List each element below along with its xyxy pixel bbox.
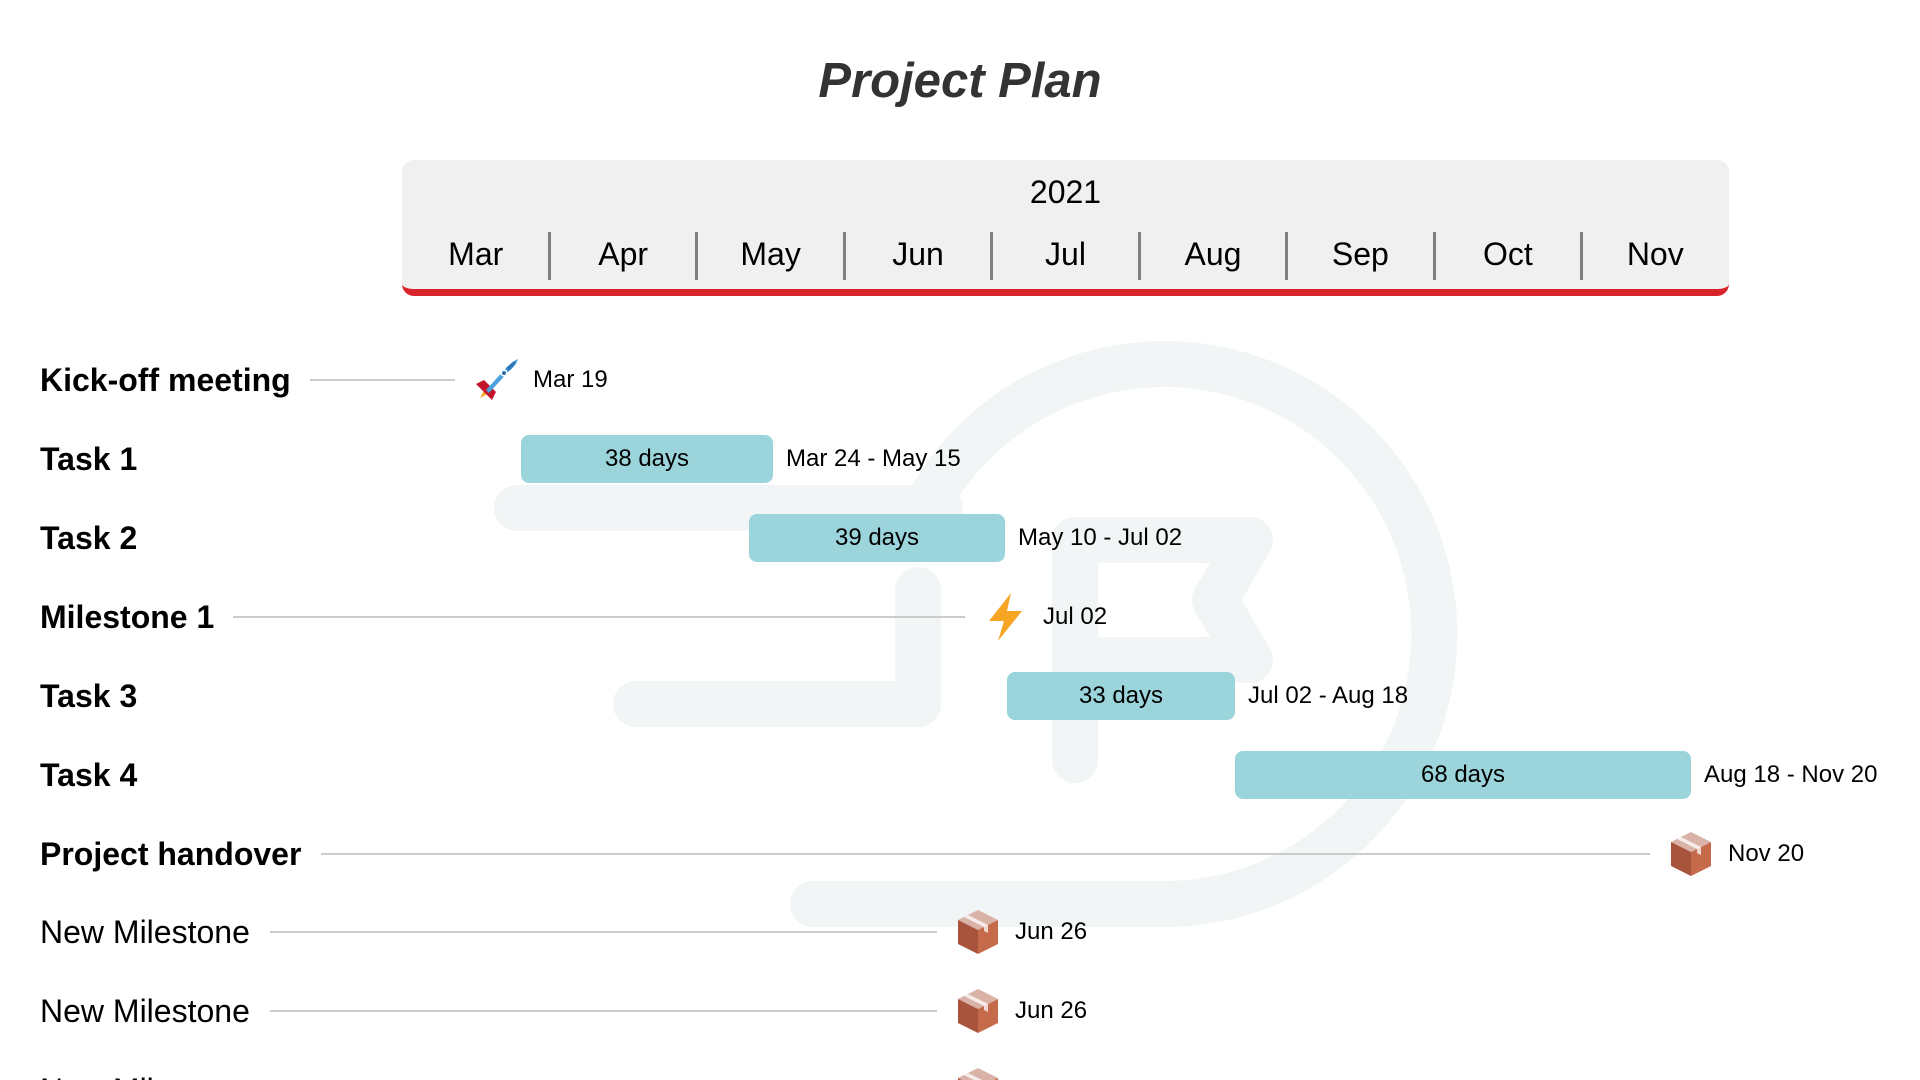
month-label-oct: Oct [1482, 236, 1533, 272]
milestone-date: Jul 02 [1043, 603, 1108, 630]
month-label-jun: Jun [892, 236, 944, 272]
milestone-date: Nov 20 [1728, 840, 1805, 867]
row-label: New Milestone [40, 1070, 250, 1080]
row-label: Task 4 [40, 757, 138, 793]
row-label: New Milestone [40, 914, 250, 950]
month-divider [842, 232, 846, 280]
month-label-apr: Apr [598, 236, 649, 272]
gantt-canvas: Project Plan 2021 Mar Apr May Jun Jul Aug Sep O… [0, 0, 1920, 1080]
task-bar[interactable]: 68 days [1235, 751, 1691, 799]
month-label-sep: Sep [1331, 236, 1389, 272]
month-divider [547, 232, 551, 280]
month-divider [695, 232, 699, 280]
milestone-leader-line [310, 379, 455, 381]
month-label-aug: Aug [1184, 236, 1242, 272]
month-divider [1137, 232, 1141, 280]
task-date-range: Aug 18 - Nov 20 [1704, 761, 1878, 788]
month-divider [1432, 232, 1436, 280]
package-icon[interactable] [952, 906, 1004, 958]
milestone-date: Jun 26 [1015, 918, 1088, 945]
task-bar[interactable]: 33 days [1007, 672, 1235, 720]
month-divider [1285, 232, 1289, 280]
timescale-header: 2021 Mar Apr May Jun Jul Aug Sep Oct Nov [402, 160, 1729, 296]
row-label: Milestone 1 [40, 599, 215, 635]
milestone-date: Mar 19 [533, 366, 608, 393]
row-label: Task 2 [40, 520, 138, 556]
package-icon[interactable] [952, 1064, 1004, 1080]
milestone-leader-line [321, 853, 1650, 855]
month-label-may: May [740, 236, 801, 272]
package-icon[interactable] [1665, 828, 1717, 880]
milestone-date: Jun 26 [1015, 997, 1088, 1024]
row-label: Kick-off meeting [40, 362, 291, 398]
milestone-leader-line [270, 931, 937, 933]
task-date-range: Jul 02 - Aug 18 [1248, 682, 1409, 709]
milestone-leader-line [233, 616, 965, 618]
month-label-nov: Nov [1626, 236, 1684, 272]
rocket-icon[interactable] [470, 354, 522, 406]
timescale-year: 2021 [1029, 174, 1102, 210]
row-label: New Milestone [40, 993, 250, 1029]
month-divider [990, 232, 994, 280]
month-label-jul: Jul [1045, 236, 1086, 272]
timescale-months: Mar Apr May Jun Jul Aug Sep Oct Nov [402, 230, 1729, 280]
lightning-icon[interactable] [980, 591, 1032, 643]
milestone-leader-line [270, 1010, 937, 1012]
row-label: Task 3 [40, 678, 138, 714]
chart-title: Project Plan [818, 54, 1102, 108]
task-date-range: May 10 - Jul 02 [1018, 524, 1183, 551]
month-label-mar: Mar [448, 236, 504, 272]
task-bar[interactable]: 38 days [521, 435, 773, 483]
month-divider [1580, 232, 1584, 280]
package-icon[interactable] [952, 985, 1004, 1037]
milestone-date: Jun 26 [1015, 1075, 1087, 1080]
row-label: Task 1 [40, 441, 138, 477]
task-date-range: Mar 24 - May 15 [786, 445, 961, 472]
row-label: Project handover [40, 836, 302, 872]
task-bar[interactable]: 39 days [749, 514, 1005, 562]
